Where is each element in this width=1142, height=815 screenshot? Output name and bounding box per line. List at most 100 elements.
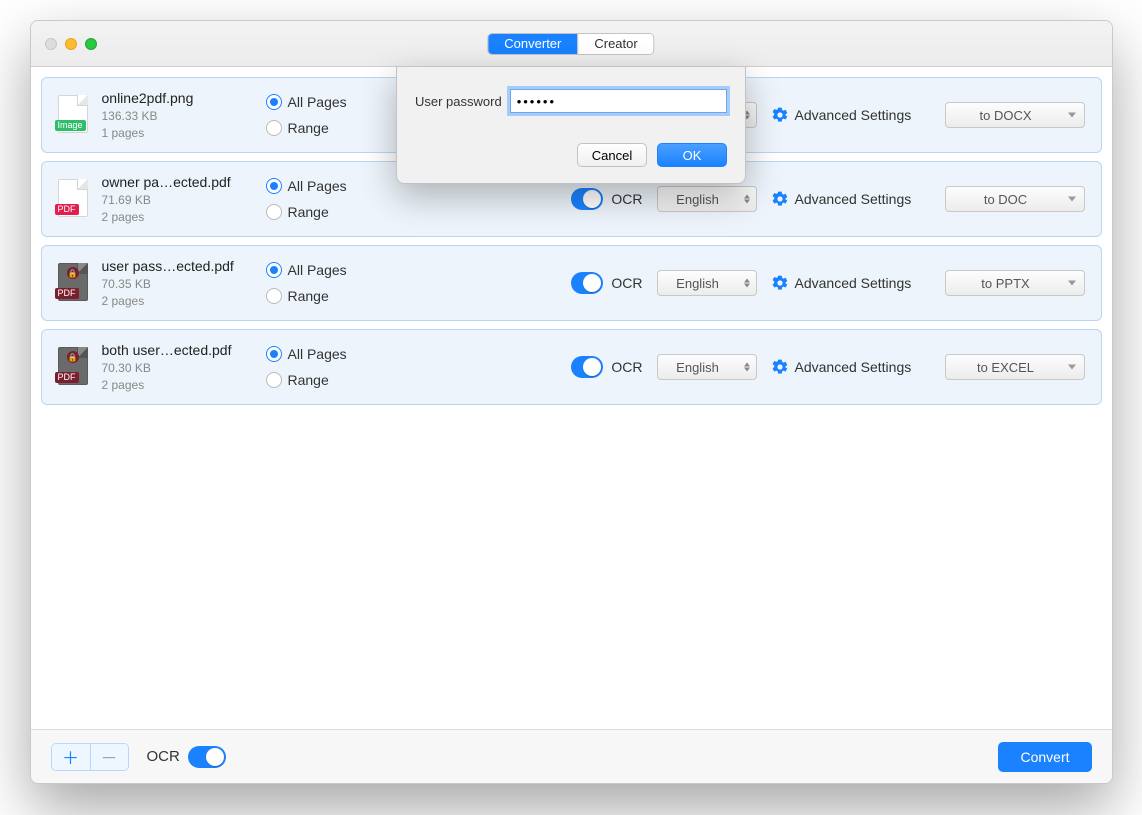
ocr-toggle-group: OCR xyxy=(571,356,643,378)
file-size: 70.30 KB xyxy=(102,361,252,375)
range-radio[interactable]: Range xyxy=(266,372,366,388)
all-pages-radio[interactable]: All Pages xyxy=(266,178,366,194)
remove-file-button[interactable]: － xyxy=(90,744,128,770)
advanced-settings-button[interactable]: Advanced Settings xyxy=(771,190,931,208)
ocr-toggle[interactable] xyxy=(571,356,604,378)
range-radio[interactable]: Range xyxy=(266,288,366,304)
file-meta: online2pdf.png 136.33 KB 1 pages xyxy=(102,90,252,140)
page-range-group: All Pages Range xyxy=(266,94,366,136)
file-type-icon: 🔒 PDF xyxy=(58,347,88,387)
window-minimize-button[interactable] xyxy=(65,38,77,50)
gear-icon xyxy=(771,358,789,376)
file-size: 136.33 KB xyxy=(102,109,252,123)
all-pages-label: All Pages xyxy=(288,94,347,110)
window-maximize-button[interactable] xyxy=(85,38,97,50)
file-badge: PDF xyxy=(55,288,79,299)
output-format-value: to EXCEL xyxy=(977,360,1034,375)
file-name: both user…ected.pdf xyxy=(102,342,252,358)
ocr-language-value: English xyxy=(676,360,719,375)
advanced-settings-label: Advanced Settings xyxy=(795,275,912,291)
output-format-value: to DOC xyxy=(984,192,1027,207)
advanced-settings-button[interactable]: Advanced Settings xyxy=(771,106,931,124)
file-size: 71.69 KB xyxy=(102,193,252,207)
all-pages-radio[interactable]: All Pages xyxy=(266,262,366,278)
password-label: User password xyxy=(415,94,502,109)
output-format-select[interactable]: to EXCEL xyxy=(945,354,1085,380)
advanced-settings-label: Advanced Settings xyxy=(795,107,912,123)
file-type-icon: PDF xyxy=(58,179,88,219)
all-pages-label: All Pages xyxy=(288,262,347,278)
range-radio[interactable]: Range xyxy=(266,204,366,220)
ocr-label: OCR xyxy=(611,275,642,291)
gear-icon xyxy=(771,106,789,124)
ocr-language-select[interactable]: English xyxy=(657,354,757,380)
global-ocr-toggle[interactable] xyxy=(188,746,226,768)
ocr-toggle[interactable] xyxy=(571,272,604,294)
output-format-select[interactable]: to DOCX xyxy=(945,102,1085,128)
titlebar: Converter Creator xyxy=(31,21,1112,67)
file-badge: Image xyxy=(55,120,86,131)
add-file-button[interactable]: ＋ xyxy=(52,744,90,770)
file-pages: 2 pages xyxy=(102,294,252,308)
mode-segmented-control: Converter Creator xyxy=(487,33,654,55)
output-format-select[interactable]: to PPTX xyxy=(945,270,1085,296)
range-label: Range xyxy=(288,120,329,136)
ok-button[interactable]: OK xyxy=(657,143,727,167)
output-format-select[interactable]: to DOC xyxy=(945,186,1085,212)
advanced-settings-button[interactable]: Advanced Settings xyxy=(771,358,931,376)
range-label: Range xyxy=(288,288,329,304)
all-pages-radio[interactable]: All Pages xyxy=(266,346,366,362)
tab-creator[interactable]: Creator xyxy=(577,34,653,54)
file-pages: 2 pages xyxy=(102,378,252,392)
lock-icon: 🔒 xyxy=(67,351,79,363)
ocr-language-select[interactable]: English xyxy=(657,186,757,212)
file-type-icon: 🔒 PDF xyxy=(58,263,88,303)
file-badge: PDF xyxy=(55,372,79,383)
output-format-value: to DOCX xyxy=(979,108,1031,123)
page-range-group: All Pages Range xyxy=(266,346,366,388)
global-ocr-group: OCR xyxy=(147,746,226,768)
all-pages-label: All Pages xyxy=(288,178,347,194)
cancel-button[interactable]: Cancel xyxy=(577,143,647,167)
file-pages: 1 pages xyxy=(102,126,252,140)
range-label: Range xyxy=(288,204,329,220)
ocr-toggle-group: OCR xyxy=(571,188,643,210)
file-name: online2pdf.png xyxy=(102,90,252,106)
file-size: 70.35 KB xyxy=(102,277,252,291)
file-type-icon: Image xyxy=(58,95,88,135)
add-remove-group: ＋ － xyxy=(51,743,129,771)
ocr-label: OCR xyxy=(611,191,642,207)
all-pages-label: All Pages xyxy=(288,346,347,362)
lock-icon: 🔒 xyxy=(67,267,79,279)
file-row[interactable]: 🔒 PDF user pass…ected.pdf 70.35 KB 2 pag… xyxy=(41,245,1102,321)
file-pages: 2 pages xyxy=(102,210,252,224)
password-dialog: User password Cancel OK xyxy=(396,67,746,184)
all-pages-radio[interactable]: All Pages xyxy=(266,94,366,110)
file-meta: owner pa…ected.pdf 71.69 KB 2 pages xyxy=(102,174,252,224)
convert-button[interactable]: Convert xyxy=(998,742,1091,772)
file-name: owner pa…ected.pdf xyxy=(102,174,252,190)
range-label: Range xyxy=(288,372,329,388)
advanced-settings-label: Advanced Settings xyxy=(795,191,912,207)
file-row[interactable]: 🔒 PDF both user…ected.pdf 70.30 KB 2 pag… xyxy=(41,329,1102,405)
tab-converter[interactable]: Converter xyxy=(488,34,577,54)
password-input[interactable] xyxy=(510,89,727,113)
ocr-language-value: English xyxy=(676,192,719,207)
file-meta: both user…ected.pdf 70.30 KB 2 pages xyxy=(102,342,252,392)
ocr-language-select[interactable]: English xyxy=(657,270,757,296)
ocr-label: OCR xyxy=(611,359,642,375)
file-meta: user pass…ected.pdf 70.35 KB 2 pages xyxy=(102,258,252,308)
ocr-toggle[interactable] xyxy=(571,188,604,210)
page-range-group: All Pages Range xyxy=(266,178,366,220)
page-range-group: All Pages Range xyxy=(266,262,366,304)
footer-bar: ＋ － OCR Convert xyxy=(31,729,1112,783)
advanced-settings-label: Advanced Settings xyxy=(795,359,912,375)
ocr-toggle-group: OCR xyxy=(571,272,643,294)
global-ocr-label: OCR xyxy=(147,748,180,765)
advanced-settings-button[interactable]: Advanced Settings xyxy=(771,274,931,292)
window-close-button[interactable] xyxy=(45,38,57,50)
range-radio[interactable]: Range xyxy=(266,120,366,136)
ocr-language-value: English xyxy=(676,276,719,291)
gear-icon xyxy=(771,274,789,292)
output-format-value: to PPTX xyxy=(981,276,1029,291)
